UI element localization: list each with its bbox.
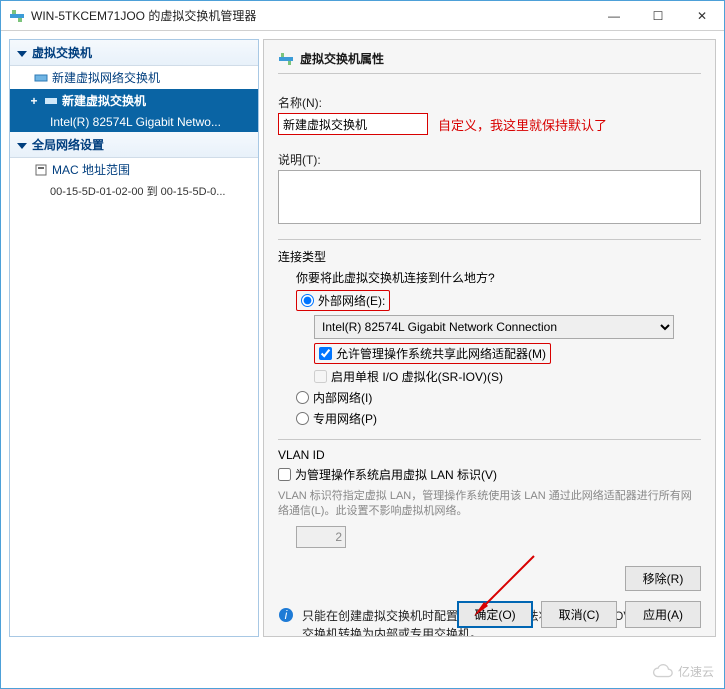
collapse-icon [16, 139, 28, 151]
desc-label: 说明(T): [278, 151, 701, 168]
tree-item-mac-detail: 00-15-5D-01-02-00 到 00-15-5D-0... [10, 181, 258, 201]
radio-internal[interactable] [296, 391, 309, 404]
tree-item-mac-range[interactable]: MAC 地址范围 [10, 158, 258, 181]
highlight-external: 外部网络(E): [296, 290, 390, 311]
vswitch-manager-icon [9, 8, 25, 24]
remove-button[interactable]: 移除(R) [625, 566, 701, 591]
collapse-icon [16, 47, 28, 59]
cancel-button[interactable]: 取消(C) [541, 601, 617, 628]
radio-private-label: 专用网络(P) [313, 410, 377, 427]
radio-internal-label: 内部网络(I) [313, 389, 372, 406]
radio-external-label: 外部网络(E): [318, 292, 385, 309]
mac-icon [34, 163, 48, 177]
tree-header-global[interactable]: 全局网络设置 [10, 132, 258, 158]
annotation-text: 自定义，我这里就保持默认了 [438, 115, 607, 134]
dialog-footer: 确定(O) 取消(C) 应用(A) [457, 601, 701, 628]
svg-text:i: i [285, 608, 288, 622]
ok-button[interactable]: 确定(O) [457, 601, 533, 628]
switch-icon [44, 94, 58, 108]
tree-item-new-vswitch[interactable]: 新建虚拟网络交换机 [10, 66, 258, 89]
highlight-allow-mgmt: 允许管理操作系统共享此网络适配器(M) [314, 343, 551, 364]
cloud-icon [652, 660, 674, 682]
maximize-button[interactable]: ☐ [636, 1, 680, 30]
vlan-desc: VLAN 标识符指定虚拟 LAN，管理操作系统使用该 LAN 通过此网络适配器进… [278, 489, 701, 520]
panel-title-row: 虚拟交换机属性 [278, 50, 701, 74]
tree-header-label: 虚拟交换机 [32, 44, 92, 61]
check-allow-mgmt-label: 允许管理操作系统共享此网络适配器(M) [336, 345, 546, 362]
apply-button[interactable]: 应用(A) [625, 601, 701, 628]
tree-header-vswitch[interactable]: 虚拟交换机 [10, 40, 258, 66]
radio-private[interactable] [296, 412, 309, 425]
info-icon: i [278, 607, 294, 623]
name-label: 名称(N): [278, 94, 701, 111]
window-title: WIN-5TKCEM71JOO 的虚拟交换机管理器 [31, 7, 592, 24]
tree-item-selected[interactable]: + 新建虚拟交换机 [10, 89, 258, 112]
conn-question: 你要将此虚拟交换机连接到什么地方? [296, 269, 701, 286]
properties-pane: 虚拟交换机属性 名称(N): 自定义，我这里就保持默认了 说明(T): 连接类型… [263, 39, 716, 637]
tree-item-nic[interactable]: Intel(R) 82574L Gigabit Netwo... [10, 112, 258, 132]
tree-header-label: 全局网络设置 [32, 136, 104, 153]
check-vlan-label: 为管理操作系统启用虚拟 LAN 标识(V) [295, 466, 497, 483]
check-sriov-label: 启用单根 I/O 虚拟化(SR-IOV)(S) [331, 368, 503, 385]
panel-title: 虚拟交换机属性 [300, 50, 384, 67]
radio-external[interactable] [301, 294, 314, 307]
minimize-button[interactable]: — [592, 1, 636, 30]
check-allow-mgmt[interactable] [319, 347, 332, 360]
watermark: 亿速云 [652, 660, 714, 682]
desc-textarea[interactable] [278, 170, 701, 224]
vlan-id-input[interactable] [296, 526, 346, 548]
close-button[interactable]: ✕ [680, 1, 724, 30]
check-vlan[interactable] [278, 468, 291, 481]
new-switch-icon [34, 71, 48, 85]
switch-icon [278, 51, 294, 67]
expand-icon: + [28, 94, 40, 108]
nic-select[interactable]: Intel(R) 82574L Gigabit Network Connecti… [314, 315, 674, 339]
check-sriov[interactable] [314, 370, 327, 383]
titlebar: WIN-5TKCEM71JOO 的虚拟交换机管理器 — ☐ ✕ [1, 1, 724, 31]
tree-pane: 虚拟交换机 新建虚拟网络交换机 + 新建虚拟交换机 Intel(R) 82574… [9, 39, 259, 637]
conn-title: 连接类型 [278, 248, 701, 265]
name-input[interactable] [278, 113, 428, 135]
vlan-title: VLAN ID [278, 448, 701, 462]
